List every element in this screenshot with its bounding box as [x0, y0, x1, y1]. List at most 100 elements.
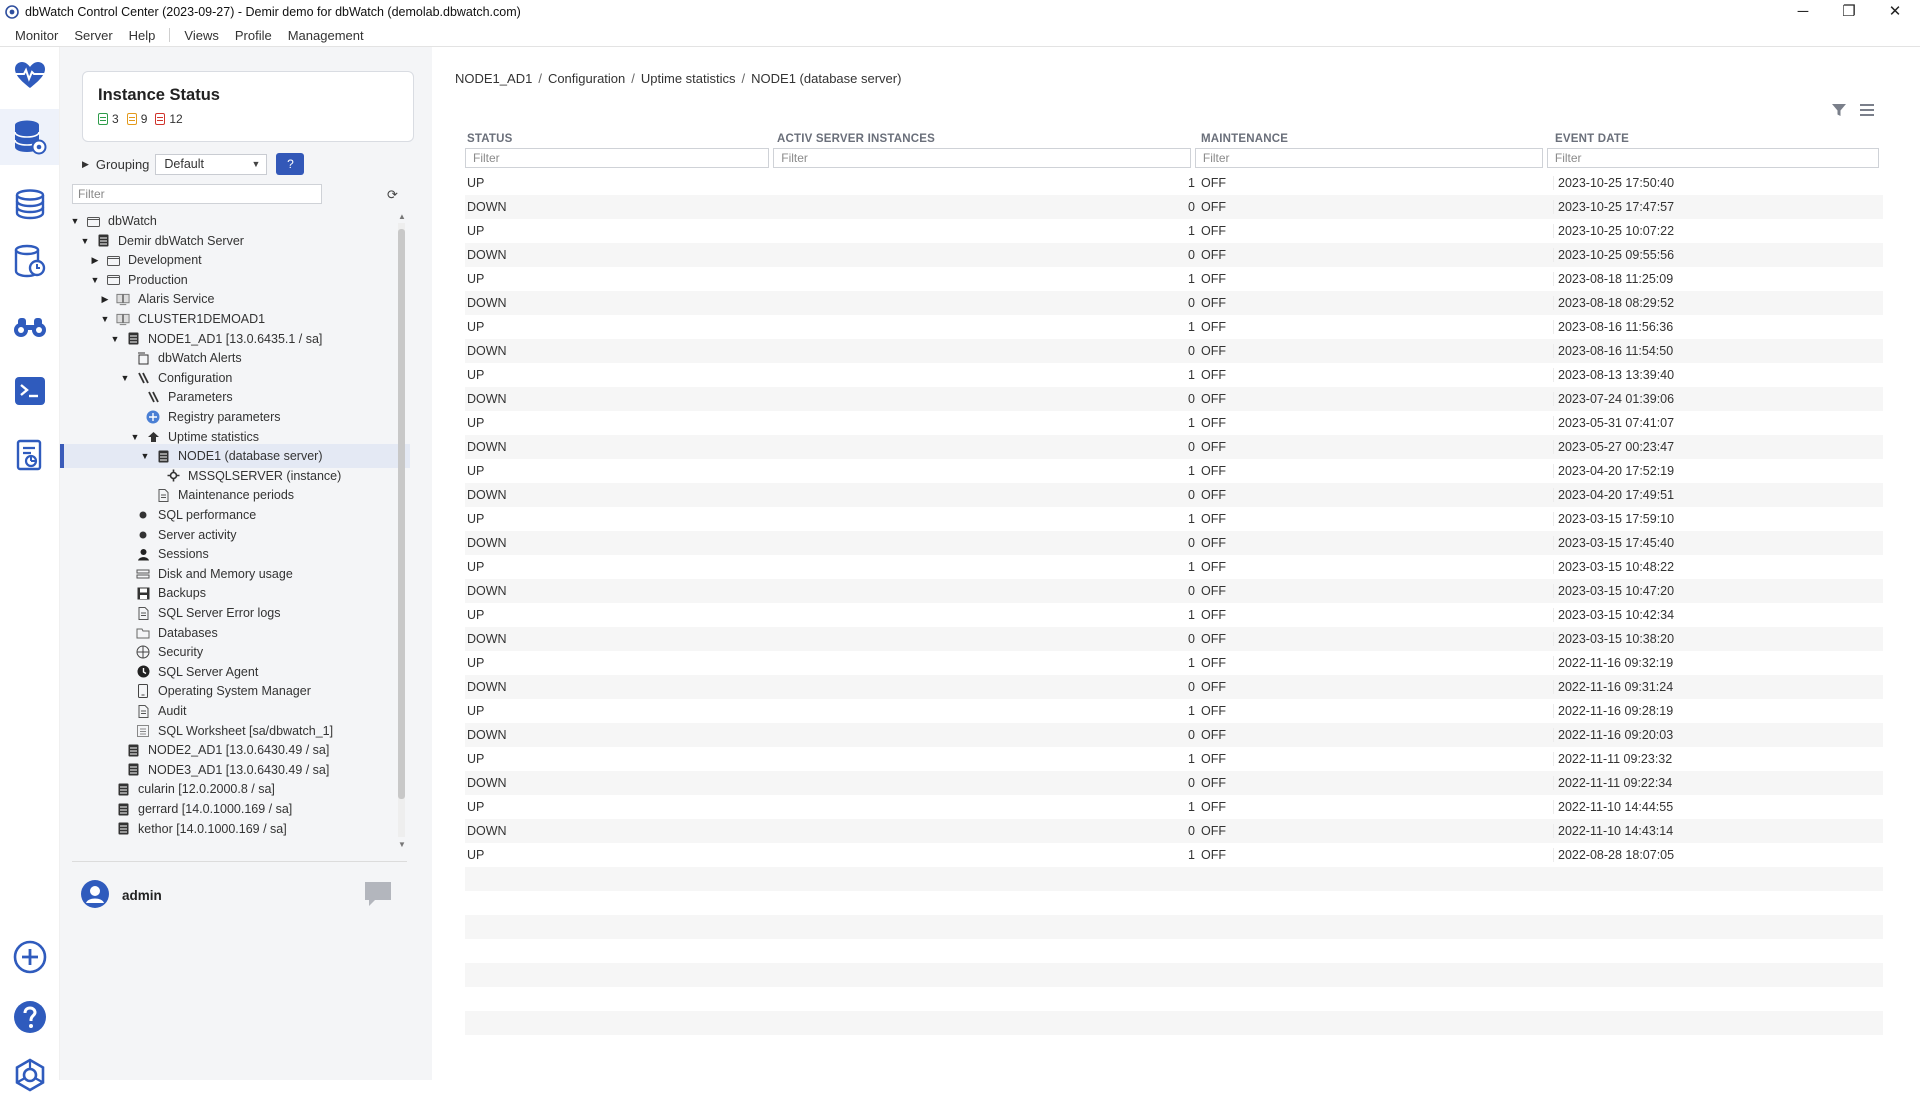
explorer-nav-button[interactable] — [0, 299, 59, 355]
menu-profile[interactable]: Profile — [227, 28, 280, 43]
refresh-icon[interactable]: ⟳ — [387, 187, 398, 203]
table-row[interactable]: UP 1 OFF 2023-08-16 11:56:36 — [465, 315, 1883, 339]
table-row[interactable]: DOWN 0 OFF 2023-10-25 09:55:56 — [465, 243, 1883, 267]
menu-server[interactable]: Server — [66, 28, 120, 43]
table-row[interactable]: DOWN 0 OFF 2023-08-18 08:29:52 — [465, 291, 1883, 315]
table-row[interactable]: DOWN 0 OFF 2023-10-25 17:47:57 — [465, 195, 1883, 219]
add-nav-button[interactable] — [0, 929, 59, 985]
tree-item-label: Server activity — [158, 527, 237, 542]
table-row[interactable]: DOWN 0 OFF 2022-11-16 09:20:03 — [465, 723, 1883, 747]
table-row[interactable]: UP 1 OFF 2023-10-25 10:07:22 — [465, 219, 1883, 243]
scrollbar-thumb[interactable] — [398, 229, 405, 799]
maintenance-filter-input[interactable]: Filter — [1194, 148, 1543, 168]
scroll-down-icon[interactable]: ▼ — [396, 841, 408, 849]
table-row[interactable]: UP 1 OFF 2023-08-13 13:39:40 — [465, 363, 1883, 387]
reports-nav-button[interactable] — [0, 427, 59, 483]
table-row[interactable]: UP 1 OFF 2022-08-28 18:07:05 — [465, 843, 1883, 867]
server-icon — [116, 782, 130, 796]
help-nav-button[interactable] — [0, 989, 59, 1045]
event-date-filter-input[interactable]: Filter — [1546, 148, 1879, 168]
maintenance-cell: OFF — [1201, 272, 1226, 286]
instance-status-card[interactable]: Instance Status 3 9 12 — [82, 71, 414, 142]
table-row[interactable]: DOWN 0 OFF 2023-08-16 11:54:50 — [465, 339, 1883, 363]
table-row[interactable]: UP 1 OFF 2022-11-16 09:32:19 — [465, 651, 1883, 675]
active-instances-cell: 0 — [1188, 776, 1195, 790]
collapse-arrow-icon[interactable]: ▼ — [70, 216, 80, 226]
expand-arrow-icon[interactable]: ▶ — [90, 255, 100, 266]
collapse-arrow-icon[interactable]: ▼ — [80, 236, 90, 246]
scroll-up-icon[interactable]: ▲ — [396, 213, 408, 221]
column-header-active-instances[interactable]: ACTIV SERVER INSTANCES — [775, 133, 1199, 145]
table-row[interactable]: UP 1 OFF 2023-03-15 10:48:22 — [465, 555, 1883, 579]
grouping-expand-icon[interactable]: ▶ — [82, 159, 89, 170]
table-row[interactable]: DOWN 0 OFF 2023-03-15 10:47:20 — [465, 579, 1883, 603]
collapse-arrow-icon[interactable]: ▼ — [140, 451, 150, 461]
column-header-status[interactable]: STATUS — [465, 133, 775, 145]
table-row[interactable]: UP 1 OFF 2022-11-11 09:23:32 — [465, 747, 1883, 771]
tree-filter-input[interactable]: Filter — [72, 184, 322, 204]
menu-management[interactable]: Management — [280, 28, 372, 43]
sql-terminal-nav-button[interactable] — [0, 363, 59, 419]
user-profile[interactable]: admin — [80, 877, 162, 913]
restore-button[interactable]: ❐ — [1826, 0, 1872, 22]
grid-header: STATUS ACTIV SERVER INSTANCES MAINTENANC… — [465, 125, 1883, 145]
table-row[interactable]: UP 1 OFF 2023-04-20 17:52:19 — [465, 459, 1883, 483]
table-row[interactable]: DOWN 0 OFF 2023-05-27 00:23:47 — [465, 435, 1883, 459]
breadcrumb-uptime[interactable]: Uptime statistics — [641, 71, 736, 86]
status-cell: DOWN — [467, 680, 507, 694]
collapse-arrow-icon[interactable]: ▼ — [110, 334, 120, 344]
table-row[interactable]: UP 1 OFF 2022-11-10 14:44:55 — [465, 795, 1883, 819]
instances-filter-input[interactable]: Filter — [773, 148, 1191, 168]
settings-nav-button[interactable] — [0, 1047, 59, 1103]
minimize-button[interactable]: ─ — [1780, 0, 1826, 22]
breadcrumb-separator: / — [631, 71, 635, 86]
grouping-label: Grouping — [95, 156, 150, 172]
menu-monitor[interactable]: Monitor — [0, 28, 66, 43]
tree-item-kethor-14-0-1000-169-sa[interactable]: ▶kethor [14.0.1000.169 / sa] — [60, 817, 410, 841]
close-button[interactable]: ✕ — [1872, 0, 1918, 22]
collapse-arrow-icon[interactable]: ▼ — [130, 432, 140, 442]
table-row[interactable]: DOWN 0 OFF 2023-07-24 01:39:06 — [465, 387, 1883, 411]
column-header-event-date[interactable]: EVENT DATE — [1553, 133, 1883, 145]
menu-icon[interactable] — [1859, 103, 1875, 120]
tree-scrollbar[interactable]: ▲ ▼ — [396, 213, 408, 849]
menu-help[interactable]: Help — [121, 28, 164, 43]
expand-arrow-icon[interactable]: ▶ — [100, 294, 110, 305]
maintenance-cell: OFF — [1201, 632, 1226, 646]
collapse-arrow-icon[interactable]: ▼ — [90, 275, 100, 285]
breadcrumb-node[interactable]: NODE1_AD1 — [455, 71, 532, 86]
table-row[interactable]: UP 1 OFF 2023-05-31 07:41:07 — [465, 411, 1883, 435]
menu-views[interactable]: Views — [176, 28, 226, 43]
table-row[interactable]: UP 1 OFF 2022-11-16 09:28:19 — [465, 699, 1883, 723]
filter-icon[interactable] — [1831, 102, 1847, 121]
grouping-help-button[interactable]: ? — [276, 153, 305, 175]
scheduler-nav-button[interactable] — [0, 233, 59, 289]
table-row[interactable]: DOWN 0 OFF 2022-11-10 14:43:14 — [465, 819, 1883, 843]
table-row[interactable]: DOWN 0 OFF 2022-11-11 09:22:34 — [465, 771, 1883, 795]
breadcrumb-configuration[interactable]: Configuration — [548, 71, 625, 86]
status-filter-input[interactable]: Filter — [465, 148, 770, 168]
table-row[interactable]: UP 1 OFF 2023-03-15 10:42:34 — [465, 603, 1883, 627]
collapse-arrow-icon[interactable]: ▼ — [100, 314, 110, 324]
table-row[interactable]: DOWN 0 OFF 2022-11-16 09:31:24 — [465, 675, 1883, 699]
main-content: NODE1_AD1 / Configuration / Uptime stati… — [433, 47, 1920, 1080]
table-row[interactable]: UP 1 OFF 2023-03-15 17:59:10 — [465, 507, 1883, 531]
active-instances-cell: 1 — [1188, 560, 1195, 574]
chat-icon[interactable] — [363, 880, 393, 911]
maintenance-cell: OFF — [1201, 560, 1226, 574]
collapse-arrow-icon[interactable]: ▼ — [120, 373, 130, 383]
monitor-nav-button[interactable] — [0, 47, 59, 103]
status-cell: UP — [467, 272, 485, 286]
disk-icon — [136, 567, 150, 581]
table-row[interactable]: UP 1 OFF 2023-08-18 11:25:09 — [465, 267, 1883, 291]
farm-management-nav-button[interactable] — [0, 177, 59, 233]
table-row[interactable]: DOWN 0 OFF 2023-04-20 17:49:51 — [465, 483, 1883, 507]
table-row[interactable]: UP 1 OFF 2023-10-25 17:50:40 — [465, 171, 1883, 195]
table-row[interactable]: DOWN 0 OFF 2023-03-15 10:38:20 — [465, 627, 1883, 651]
column-header-maintenance[interactable]: MAINTENANCE — [1199, 133, 1553, 145]
database-management-nav-button[interactable] — [0, 109, 59, 165]
uptime-icon — [146, 430, 160, 444]
table-row[interactable]: DOWN 0 OFF 2023-03-15 17:45:40 — [465, 531, 1883, 555]
warning-status-icon — [126, 113, 137, 125]
grouping-select[interactable]: Default ▼ — [155, 153, 268, 175]
